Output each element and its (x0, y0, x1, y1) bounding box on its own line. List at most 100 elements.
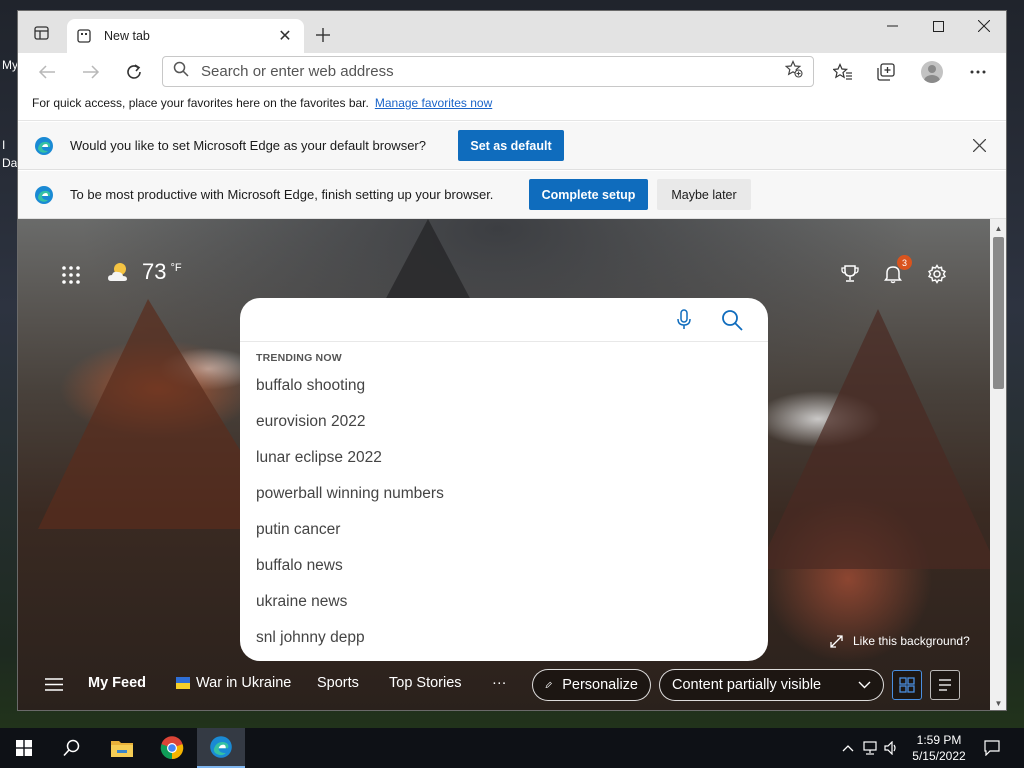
notification-count-badge: 3 (897, 255, 912, 270)
tab-my-feed[interactable]: My Feed (88, 675, 146, 691)
partly-cloudy-icon (108, 263, 127, 281)
scroll-up-arrow-icon[interactable]: ▲ (990, 221, 1006, 235)
address-bar[interactable]: Search or enter web address (162, 56, 814, 87)
trending-item[interactable]: eurovision 2022 (240, 404, 768, 440)
address-bar-placeholder: Search or enter web address (201, 63, 394, 80)
weather-unit: °F (170, 262, 182, 274)
tab-new-tab[interactable]: New tab ✕ (67, 19, 304, 53)
list-layout-icon[interactable] (930, 670, 960, 700)
taskbar-search-icon[interactable] (48, 728, 96, 768)
content-visibility-dropdown[interactable]: Content partially visible (659, 669, 884, 701)
trending-item[interactable]: snl johnny depp (240, 620, 768, 656)
collections-icon[interactable] (871, 57, 901, 87)
trending-item[interactable]: putin cancer (240, 512, 768, 548)
scroll-down-arrow-icon[interactable]: ▼ (990, 696, 1006, 710)
content-visibility-value: Content partially visible (672, 677, 822, 693)
pencil-icon (545, 681, 552, 689)
chevron-down-icon (858, 681, 871, 689)
page-settings-gear-icon[interactable] (924, 261, 950, 287)
network-icon[interactable] (861, 738, 881, 758)
new-tab-plus-icon[interactable] (311, 23, 335, 47)
clock-date: 5/15/2022 (912, 749, 966, 763)
add-favorite-star-icon[interactable] (784, 60, 803, 83)
search-box-dropdown: TRENDING NOW buffalo shooting eurovision… (240, 298, 768, 661)
feed-navigation: My Feed War in Ukraine Sports Top Storie… (18, 667, 990, 705)
like-background-link[interactable]: Like this background? (830, 634, 970, 648)
file-explorer-folder-icon[interactable] (98, 728, 146, 768)
maximize-icon[interactable] (915, 11, 961, 41)
default-browser-message: Would you like to set Microsoft Edge as … (70, 138, 426, 153)
taskbar: 1:59 PM 5/15/2022 (0, 728, 1024, 768)
page-scrollbar[interactable]: ▲ ▼ (990, 219, 1006, 710)
app-launcher-grid-icon[interactable] (61, 265, 81, 285)
close-tab-icon[interactable]: ✕ (276, 27, 294, 45)
manage-favorites-link[interactable]: Manage favorites now (375, 96, 492, 110)
default-browser-infobar: Would you like to set Microsoft Edge as … (18, 122, 1006, 170)
tab-war-in-ukraine[interactable]: War in Ukraine (176, 675, 291, 691)
trending-list: buffalo shooting eurovision 2022 lunar e… (240, 368, 768, 656)
tab-actions-menu-icon[interactable] (26, 21, 56, 45)
favorites-bar: For quick access, place your favorites h… (18, 91, 1006, 121)
microphone-icon[interactable] (676, 309, 692, 331)
trending-item[interactable]: powerball winning numbers (240, 476, 768, 512)
desktop-icon-label: I (2, 138, 6, 152)
tab-war-in-ukraine-label: War in Ukraine (196, 675, 292, 691)
trending-item[interactable]: buffalo shooting (240, 368, 768, 404)
ukraine-flag-icon (176, 677, 190, 689)
trending-item[interactable]: ukraine news (240, 584, 768, 620)
search-icon[interactable] (721, 309, 743, 331)
system-clock[interactable]: 1:59 PM 5/15/2022 (902, 732, 976, 764)
more-feed-tabs-icon[interactable]: ··· (492, 675, 507, 691)
favorites-bar-message: For quick access, place your favorites h… (32, 96, 369, 110)
notifications-bell-icon[interactable]: 3 (880, 255, 912, 287)
personalize-label: Personalize (562, 677, 638, 693)
background-mountain (758, 309, 990, 569)
minimize-icon[interactable] (869, 11, 915, 41)
new-tab-favicon-icon (77, 28, 93, 44)
chrome-browser-icon[interactable] (148, 728, 196, 768)
desktop-icon-label: Da (2, 156, 18, 170)
start-windows-icon[interactable] (0, 728, 48, 768)
maybe-later-button[interactable]: Maybe later (657, 179, 751, 210)
feed-menu-hamburger-icon[interactable] (45, 678, 63, 691)
back-arrow-icon[interactable] (32, 57, 62, 87)
action-center-notification-icon[interactable] (982, 738, 1002, 758)
clock-time: 1:59 PM (916, 733, 962, 747)
edge-logo-icon (35, 185, 53, 204)
close-window-icon[interactable] (961, 11, 1006, 41)
edge-logo-icon (35, 136, 53, 155)
complete-setup-button[interactable]: Complete setup (529, 179, 648, 210)
personalize-button[interactable]: Personalize (532, 669, 651, 701)
volume-speaker-icon[interactable] (882, 738, 902, 758)
forward-arrow-icon[interactable] (76, 57, 106, 87)
favorites-icon[interactable] (828, 57, 858, 87)
refresh-icon[interactable] (119, 57, 149, 87)
trending-item[interactable]: lunar eclipse 2022 (240, 440, 768, 476)
weather-temperature: 73 (142, 259, 167, 284)
like-background-label: Like this background? (853, 634, 970, 648)
scrollbar-thumb[interactable] (993, 237, 1004, 389)
search-icon (173, 61, 189, 82)
edge-taskbar-icon[interactable] (197, 728, 245, 768)
avatar (921, 61, 943, 83)
expand-arrows-icon (830, 634, 843, 648)
tab-top-stories[interactable]: Top Stories (389, 675, 462, 691)
rewards-trophy-icon[interactable] (837, 261, 863, 287)
more-options-icon[interactable] (963, 57, 993, 87)
desktop-icon-label: My (2, 58, 18, 72)
profile-avatar[interactable] (917, 57, 947, 87)
navigation-toolbar: Search or enter web address (18, 53, 1006, 91)
tab-sports[interactable]: Sports (317, 675, 359, 691)
browser-window: New tab ✕ Search or enter web address Fo… (17, 10, 1007, 711)
setup-infobar: To be most productive with Microsoft Edg… (18, 171, 1006, 219)
show-hidden-icons-chevron-icon[interactable] (838, 738, 858, 758)
title-bar: New tab ✕ (18, 11, 1006, 53)
search-input[interactable] (240, 298, 768, 342)
tab-title: New tab (104, 29, 150, 43)
grid-layout-icon[interactable] (892, 670, 922, 700)
set-as-default-button[interactable]: Set as default (458, 130, 564, 161)
trending-header: TRENDING NOW (256, 352, 342, 364)
close-infobar-icon[interactable] (972, 138, 987, 155)
trending-item[interactable]: buffalo news (240, 548, 768, 584)
weather-widget[interactable]: 73 °F (108, 259, 182, 285)
